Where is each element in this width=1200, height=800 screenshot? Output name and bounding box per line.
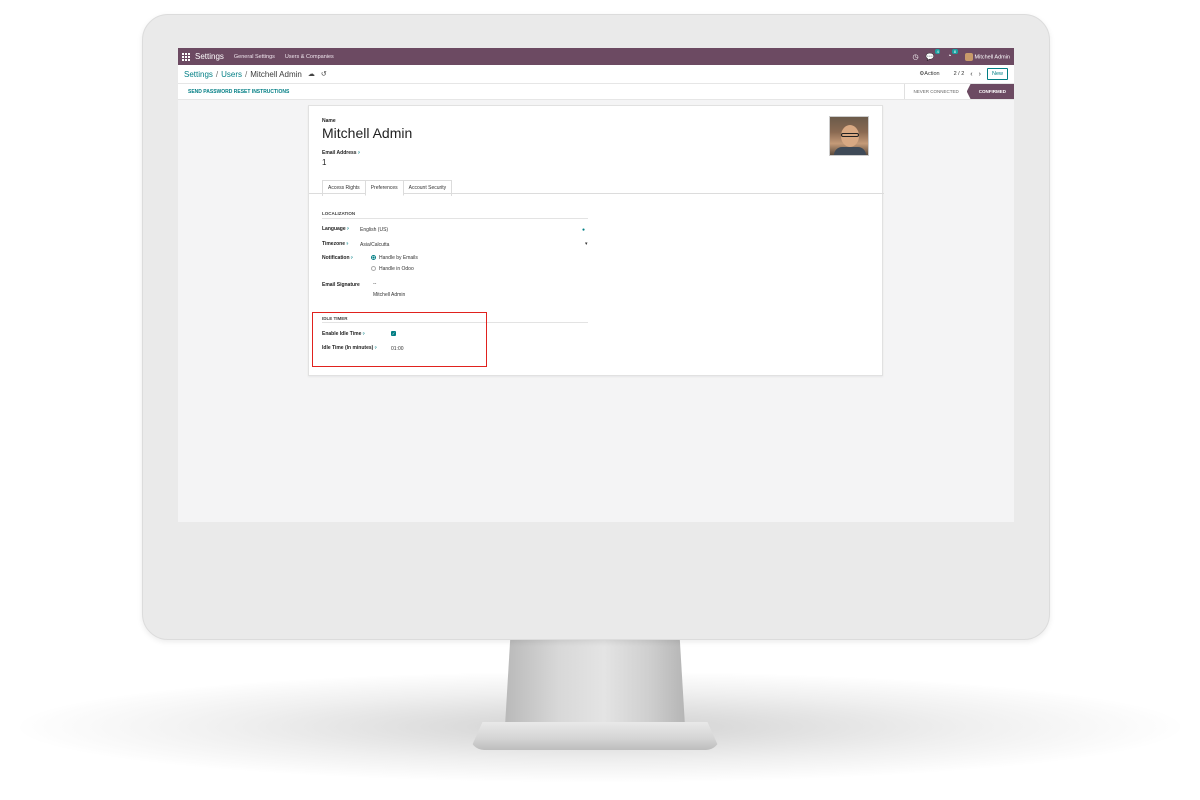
breadcrumb: Settings / Users / Mitchell Admin <box>184 70 302 79</box>
pager-prev-icon[interactable]: ‹ <box>970 71 972 78</box>
breadcrumb-separator: / <box>215 69 219 79</box>
language-label: Language? <box>322 226 350 232</box>
idle-time-field[interactable]: 01:00 <box>391 346 404 352</box>
monitor-stand <box>505 636 685 726</box>
section-divider <box>322 218 588 219</box>
apps-grid-icon[interactable] <box>182 52 190 61</box>
control-panel: Settings / Users / Mitchell Admin ☁ ↺ ⚙A… <box>178 65 1014 84</box>
email-field[interactable]: 1 <box>322 158 326 167</box>
user-menu[interactable]: Mitchell Admin <box>964 52 1010 61</box>
notification-option-emails[interactable]: Handle by Emails <box>371 255 418 261</box>
monitor-base <box>470 722 720 750</box>
stage-never-connected[interactable]: NEVER CONNECTED <box>904 84 966 99</box>
messages-badge: 4 <box>935 48 941 54</box>
user-photo[interactable] <box>829 116 869 156</box>
menu-users-companies[interactable]: Users & Companies <box>285 54 334 60</box>
globe-icon[interactable]: ● <box>582 227 585 233</box>
signature-line-2[interactable]: Mitchell Admin <box>373 292 405 298</box>
breadcrumb-settings[interactable]: Settings <box>184 70 213 79</box>
timezone-select[interactable]: Asia/Calcutta <box>360 242 389 248</box>
discard-icon[interactable]: ↺ <box>321 70 327 78</box>
screen: Settings General Settings Users & Compan… <box>178 48 1014 522</box>
app-title[interactable]: Settings <box>195 52 224 61</box>
chat-icon[interactable]: 💬 4 <box>926 48 941 61</box>
stage-pipeline: NEVER CONNECTED CONFIRMED <box>904 84 1014 99</box>
monitor-mockup: Settings General Settings Users & Compan… <box>0 0 1200 800</box>
idle-timer-title: IDLE TIMER <box>322 316 348 321</box>
localization-title: LOCALIZATION <box>322 211 356 216</box>
signature-line-1[interactable]: -- <box>373 281 376 287</box>
notification-label: Notification? <box>322 255 353 261</box>
name-label: Name <box>322 118 336 124</box>
breadcrumb-users[interactable]: Users <box>221 70 242 79</box>
status-bar: SEND PASSWORD RESET INSTRUCTIONS NEVER C… <box>178 84 1014 100</box>
avatar <box>964 52 973 61</box>
enable-idle-time-checkbox[interactable]: ✓ <box>391 331 396 336</box>
name-field[interactable]: Mitchell Admin <box>322 125 412 141</box>
language-field[interactable]: English (US) <box>360 227 388 233</box>
idle-time-label: Idle Time (In minutes)? <box>322 345 377 351</box>
form-sheet: Name Mitchell Admin Email Address? 1 Acc… <box>308 105 884 376</box>
email-signature-label: Email Signature <box>322 282 360 288</box>
new-button[interactable]: New <box>986 68 1008 80</box>
user-name: Mitchell Admin <box>974 54 1010 61</box>
section-divider <box>322 322 588 323</box>
timezone-label: Timezone? <box>322 241 349 247</box>
radio-unselected <box>371 266 376 272</box>
breadcrumb-current: Mitchell Admin <box>250 69 302 79</box>
stage-confirmed[interactable]: CONFIRMED <box>966 84 1014 99</box>
chevron-down-icon[interactable]: ▾ <box>585 241 588 247</box>
tab-preferences[interactable]: Preferences <box>364 180 404 196</box>
activity-badge: 8 <box>952 49 958 54</box>
action-menu[interactable]: ⚙Action <box>919 71 939 77</box>
send-password-reset-button[interactable]: SEND PASSWORD RESET INSTRUCTIONS <box>188 89 289 95</box>
pager-value[interactable]: 2 / 2 <box>954 71 965 77</box>
enable-idle-time-label: Enable Idle Time? <box>322 331 365 337</box>
notification-option-odoo[interactable]: Handle in Odoo <box>371 266 414 272</box>
action-label: Action <box>924 71 940 77</box>
radio-selected <box>371 255 376 261</box>
pager-next-icon[interactable]: › <box>979 71 981 78</box>
activity-icon[interactable]: ◔ 8 <box>947 49 958 60</box>
save-cloud-icon[interactable]: ☁ <box>308 70 315 78</box>
clock-icon[interactable]: ◷ <box>912 53 918 61</box>
top-navbar: Settings General Settings Users & Compan… <box>178 48 1014 65</box>
email-label: Email Address? <box>322 150 361 156</box>
menu-general-settings[interactable]: General Settings <box>234 54 275 60</box>
breadcrumb-separator: / <box>245 69 248 79</box>
